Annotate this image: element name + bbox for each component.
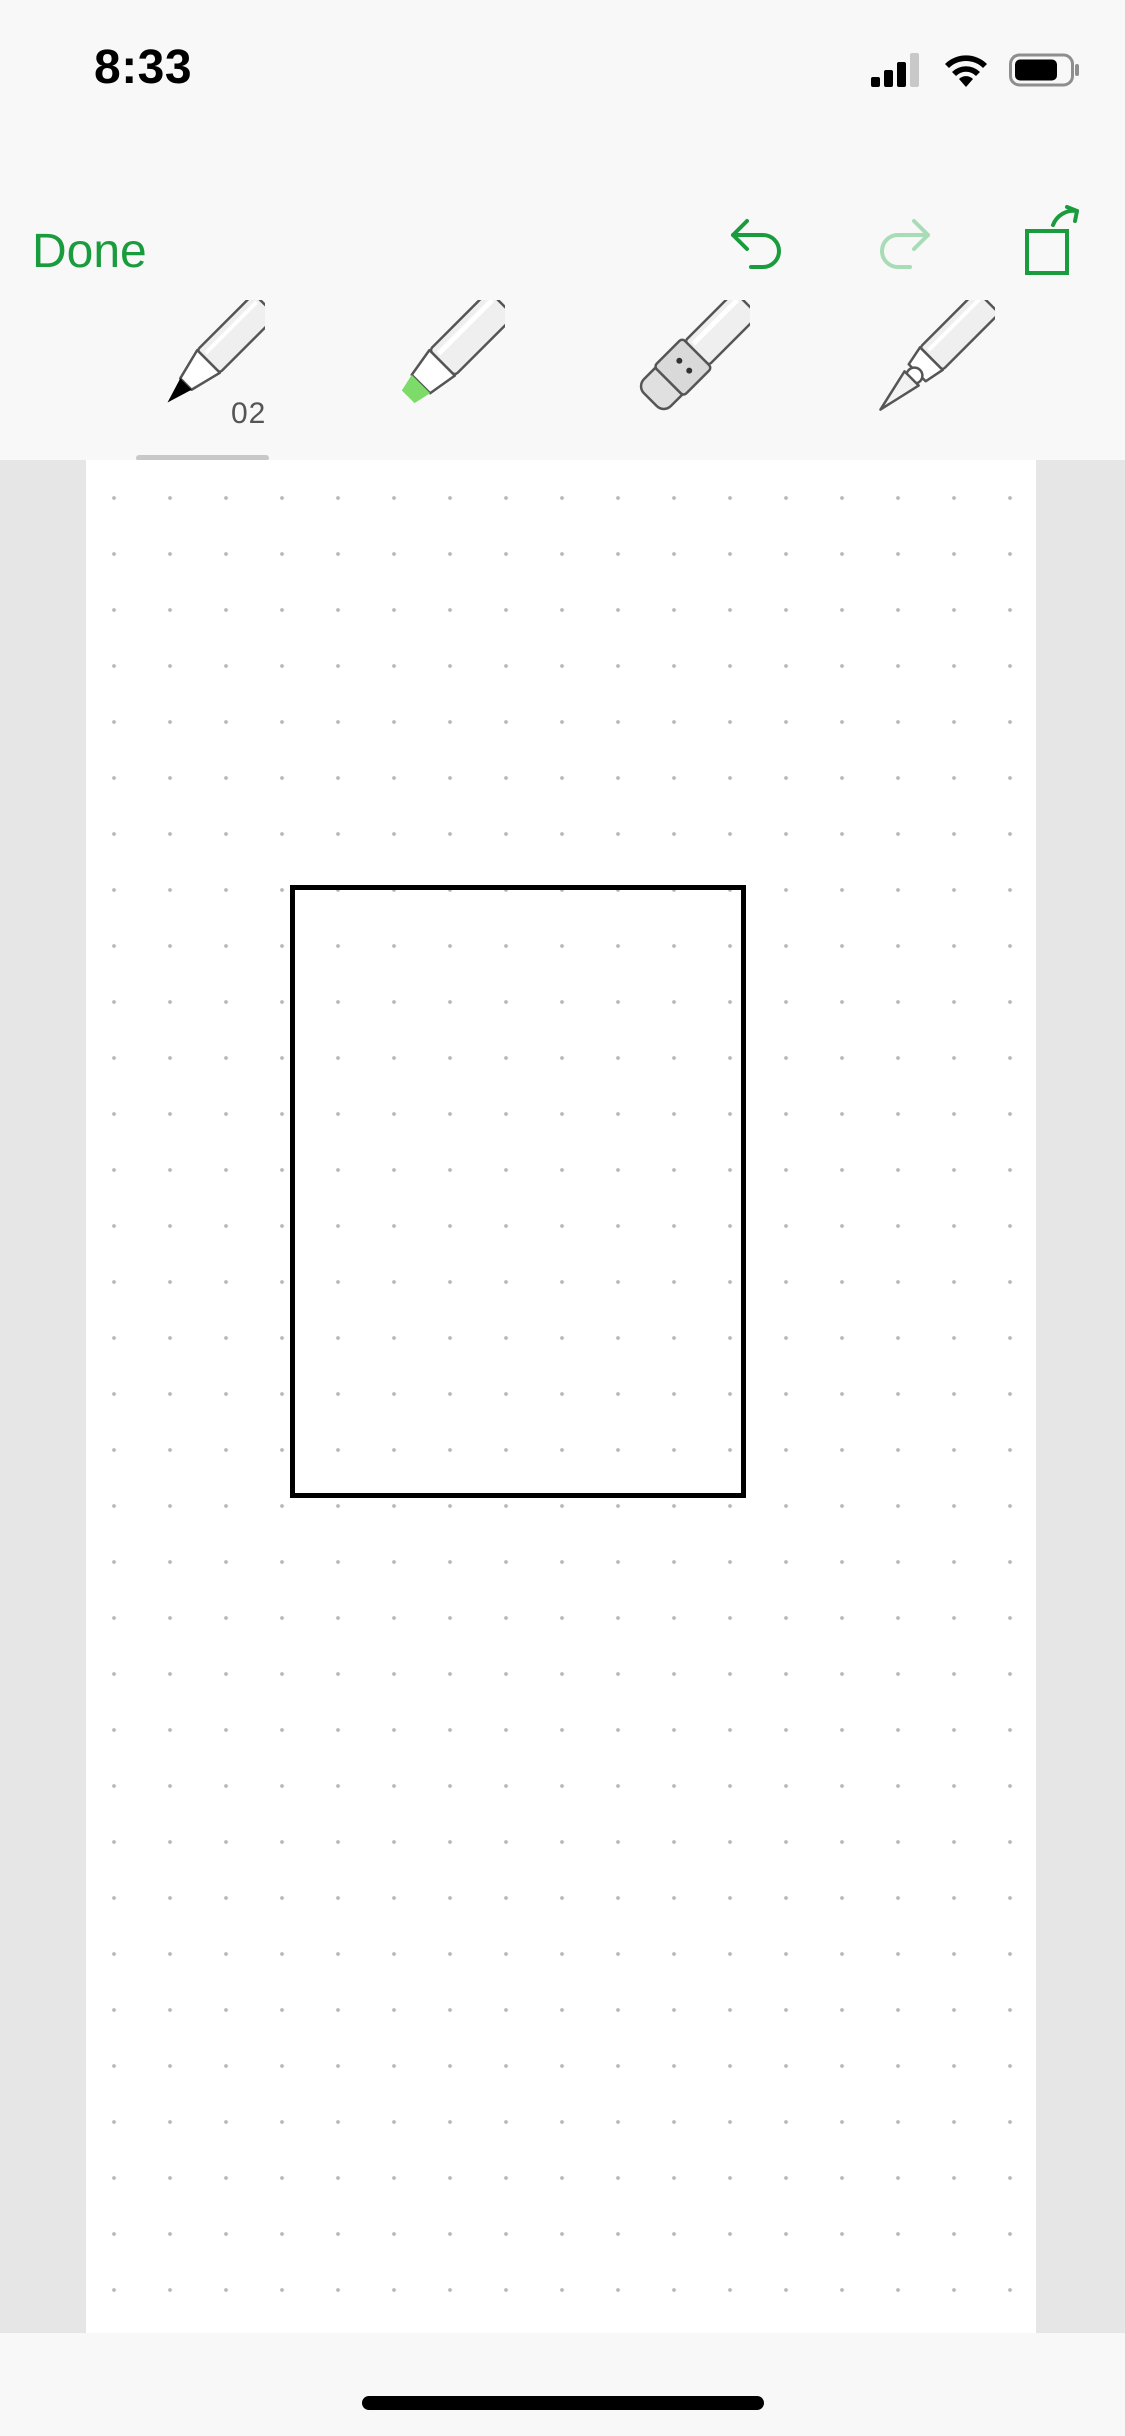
drawing-page[interactable] [86, 460, 1036, 2333]
canvas-area [0, 460, 1125, 2333]
highlighter-icon[interactable] [375, 300, 505, 430]
cellular-signal-icon [871, 53, 919, 87]
drawn-rectangle[interactable] [290, 885, 746, 1498]
battery-icon [1009, 53, 1079, 87]
pen-size-label: 02 [231, 397, 267, 430]
status-bar: 8:33 [0, 0, 1125, 140]
wifi-icon [945, 55, 987, 87]
status-icons [871, 50, 1081, 90]
bottom-bar [0, 2333, 1125, 2436]
status-time: 8:33 [94, 41, 193, 94]
done-button[interactable]: Done [32, 222, 147, 282]
home-indicator[interactable] [362, 2396, 764, 2410]
page-resize-icon[interactable] [1023, 205, 1085, 277]
redo-icon[interactable] [876, 215, 934, 269]
undo-icon[interactable] [727, 215, 785, 269]
cutter-icon[interactable] [855, 300, 995, 430]
eraser-icon[interactable] [620, 300, 750, 430]
